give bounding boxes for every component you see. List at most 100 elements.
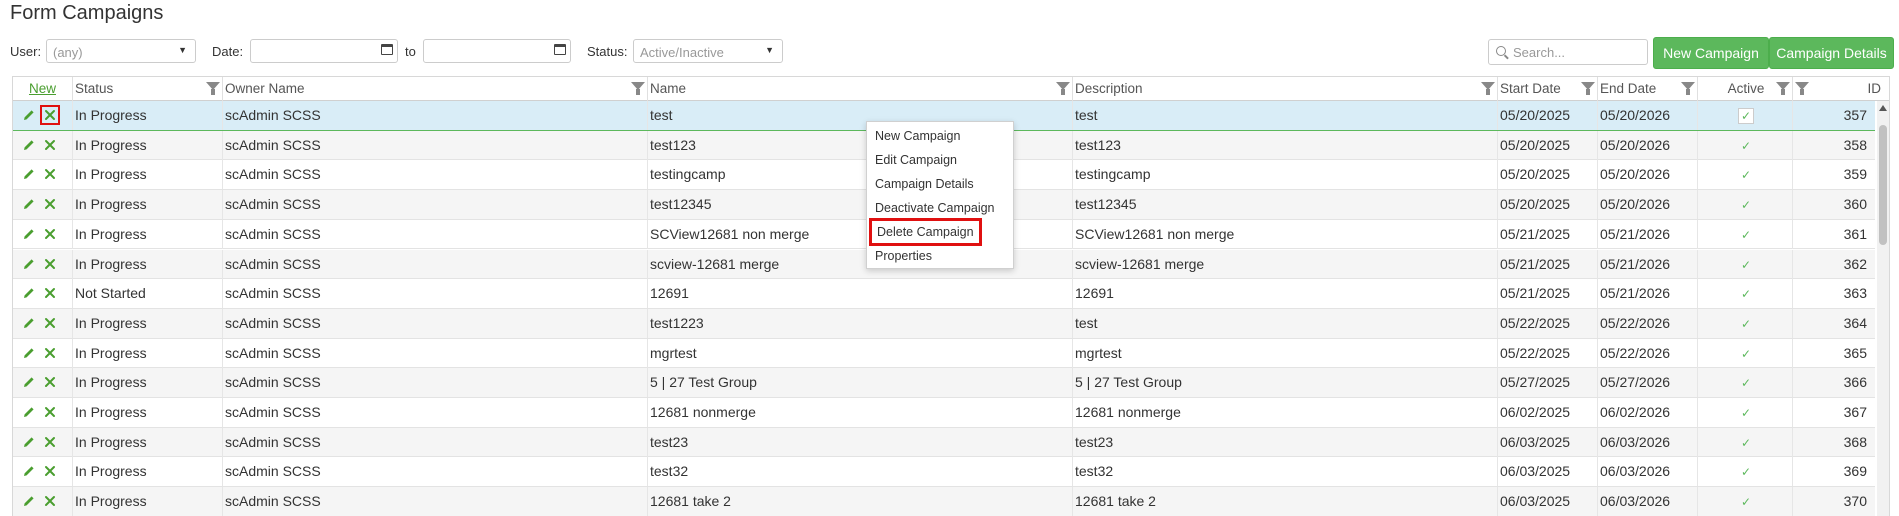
owner-cell: scAdmin SCSS [223, 130, 648, 160]
filter-spacer-cell [1793, 398, 1809, 427]
start-date-cell: 06/02/2025 [1498, 398, 1598, 427]
active-column-header[interactable]: Active [1698, 77, 1793, 101]
vertical-scrollbar[interactable] [1877, 101, 1889, 516]
status-filter-select[interactable]: Active/Inactive ▼ [633, 39, 783, 63]
campaign-details-button[interactable]: Campaign Details [1769, 37, 1894, 69]
status-cell: In Progress [73, 338, 223, 368]
pencil-icon[interactable] [23, 168, 35, 180]
row-actions [13, 249, 73, 279]
filter-funnel-icon[interactable] [1776, 82, 1790, 95]
scroll-up-arrow-icon[interactable] [1879, 105, 1887, 111]
id-filter-column[interactable] [1793, 77, 1809, 101]
id-cell: 358 [1843, 136, 1867, 153]
close-icon[interactable] [43, 405, 57, 419]
search-input[interactable]: Search... [1488, 39, 1648, 65]
table-row[interactable]: In Progress scAdmin SCSS test1223 test 05/22… [13, 308, 1875, 339]
filter-funnel-icon[interactable] [1795, 82, 1809, 95]
date-to-input[interactable] [423, 39, 571, 63]
close-icon[interactable] [43, 346, 57, 360]
table-row[interactable]: In Progress scAdmin SCSS 5 | 27 Test Group… [13, 368, 1875, 398]
pencil-icon[interactable] [23, 258, 35, 270]
active-cell: ✓ [1698, 338, 1793, 368]
menu-item-properties[interactable]: Properties [875, 246, 932, 266]
table-row[interactable]: In Progress scAdmin SCSS 12681 take 2 12681… [13, 487, 1875, 516]
close-icon[interactable] [43, 257, 57, 271]
table-row[interactable]: In Progress scAdmin SCSS test23 test23 06/03… [13, 427, 1875, 458]
pencil-icon[interactable] [23, 347, 35, 359]
filter-spacer-cell [1793, 368, 1809, 397]
new-campaign-button[interactable]: New Campaign [1653, 37, 1769, 69]
filter-spacer-cell [1793, 220, 1809, 249]
close-icon[interactable] [43, 167, 57, 181]
filter-funnel-icon[interactable] [1681, 82, 1695, 95]
close-icon[interactable] [43, 316, 57, 330]
owner-cell: scAdmin SCSS [223, 338, 648, 368]
menu-item-delete-campaign[interactable]: Delete Campaign [869, 218, 982, 246]
pencil-icon[interactable] [23, 495, 35, 507]
table-row[interactable]: In Progress scAdmin SCSS test32 test32 06/03… [13, 457, 1875, 488]
row-actions [13, 427, 73, 457]
pencil-icon[interactable] [23, 139, 35, 151]
close-icon[interactable] [43, 494, 57, 508]
calendar-icon[interactable] [381, 44, 393, 55]
filter-funnel-icon[interactable] [1581, 82, 1595, 95]
new-column-header[interactable]: New [13, 77, 73, 101]
id-column-header[interactable]: ID [1809, 77, 1889, 101]
owner-cell: scAdmin SCSS [223, 427, 648, 457]
close-icon[interactable] [43, 286, 57, 300]
table-row[interactable]: Not Started scAdmin SCSS 12691 12691 05/21/2… [13, 279, 1875, 309]
pencil-icon[interactable] [23, 406, 35, 418]
table-row[interactable]: In Progress scAdmin SCSS mgrtest mgrtest 05/… [13, 338, 1875, 369]
pencil-icon[interactable] [23, 436, 35, 448]
close-icon[interactable] [40, 105, 60, 125]
table-row[interactable]: In Progress scAdmin SCSS 12681 nonmerge 126… [13, 398, 1875, 428]
menu-item-campaign-details[interactable]: Campaign Details [875, 174, 974, 194]
active-checkbox[interactable]: ✓ [1738, 108, 1754, 125]
start-date-column-header[interactable]: Start Date [1498, 77, 1598, 101]
scrollbar-thumb[interactable] [1879, 125, 1887, 245]
pencil-icon[interactable] [23, 465, 35, 477]
filter-funnel-icon[interactable] [1056, 82, 1070, 95]
id-cell: 363 [1843, 285, 1867, 302]
user-filter-label: User: [10, 44, 42, 59]
active-cell: ✓ [1698, 101, 1793, 130]
menu-item-new-campaign[interactable]: New Campaign [875, 126, 960, 146]
id-cell: 357 [1843, 107, 1867, 123]
close-icon[interactable] [43, 464, 57, 478]
date-from-input[interactable] [250, 39, 398, 63]
pencil-icon[interactable] [23, 376, 35, 388]
pencil-icon[interactable] [23, 198, 35, 210]
close-icon[interactable] [43, 227, 57, 241]
pencil-icon[interactable] [23, 287, 35, 299]
end-date-column-header[interactable]: End Date [1598, 77, 1698, 101]
status-column-header[interactable]: Status [73, 77, 223, 101]
close-icon[interactable] [43, 138, 57, 152]
owner-header-label: Owner Name [225, 81, 305, 96]
owner-cell: scAdmin SCSS [223, 368, 648, 398]
user-filter-select[interactable]: (any) ▼ [46, 39, 196, 63]
page-title: Form Campaigns [10, 2, 164, 24]
pencil-icon[interactable] [23, 228, 35, 240]
filter-funnel-icon[interactable] [1481, 82, 1495, 95]
name-column-header[interactable]: Name [648, 77, 1073, 101]
name-cell: 12681 take 2 [648, 487, 1073, 516]
end-date-cell: 06/03/2026 [1598, 487, 1698, 516]
user-filter-value: (any) [53, 45, 83, 60]
filter-funnel-icon[interactable] [631, 82, 645, 95]
date-filter-label: Date: [212, 44, 244, 59]
close-icon[interactable] [43, 435, 57, 449]
calendar-icon[interactable] [554, 44, 566, 55]
filter-funnel-icon[interactable] [206, 82, 220, 95]
status-cell: In Progress [73, 219, 223, 249]
close-icon[interactable] [43, 375, 57, 389]
pencil-icon[interactable] [23, 317, 35, 329]
owner-column-header[interactable]: Owner Name [223, 77, 648, 101]
pencil-icon[interactable] [23, 109, 35, 121]
description-cell: scview-12681 merge [1073, 249, 1498, 279]
menu-item-deactivate-campaign[interactable]: Deactivate Campaign [875, 198, 995, 218]
close-icon[interactable] [43, 197, 57, 211]
description-column-header[interactable]: Description [1073, 77, 1498, 101]
owner-cell: scAdmin SCSS [223, 457, 648, 487]
checkmark-icon: ✓ [1740, 406, 1752, 420]
menu-item-edit-campaign[interactable]: Edit Campaign [875, 150, 957, 170]
